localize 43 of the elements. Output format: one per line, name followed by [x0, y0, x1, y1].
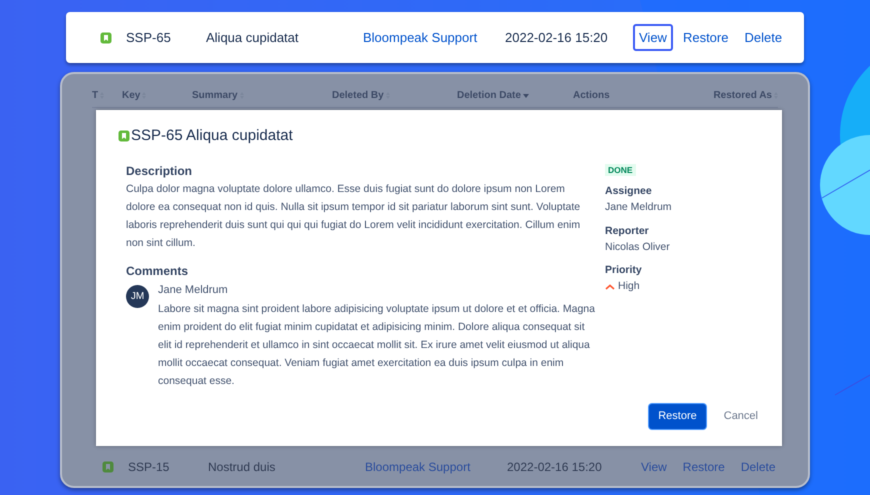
column-header[interactable]: Restored As [713, 88, 772, 103]
story-icon [102, 461, 114, 473]
deleted-by-link[interactable]: Bloompeak Support [363, 28, 505, 48]
field-value: Nicolas Oliver [605, 240, 671, 254]
field-label: Priority [605, 263, 643, 278]
action-link[interactable]: Delete [734, 454, 782, 480]
action-link[interactable]: Delete [738, 24, 788, 52]
avatar: JM [126, 284, 149, 308]
dialog-title: SSP-65 Aliqua cupidatat [131, 126, 293, 146]
deletion-date: 2022-02-16 15:20 [505, 28, 609, 47]
deleted-by-link[interactable]: Bloompeak Support [365, 458, 507, 476]
description-text: Culpa dolor magna voluptate dolore ullamco. Esse duis fugiat sunt do dolore ipsum non Lorem dolore ea consequat non id quis. Nulla sit ipsum tempor id sit pariatur laborum sint sunt. Voluptate laboris reprehenderit duis sunt qui qui qui fugiat do Lorem velit incididunt exercitation. Cillum enim non sint cillum. [126, 182, 582, 250]
story-icon [118, 130, 130, 142]
column-header[interactable]: Deleted By [332, 88, 384, 103]
column-header[interactable]: Summary [192, 88, 238, 103]
field-label: Reporter [605, 224, 650, 239]
action-link[interactable]: Restore [676, 24, 734, 52]
status-lozenge: DONE [605, 164, 636, 176]
description-heading: Description [126, 162, 194, 180]
action-link[interactable]: View [635, 454, 673, 480]
priority-high-icon [605, 284, 615, 290]
action-link[interactable]: View [633, 24, 673, 52]
column-header[interactable]: Key [122, 88, 140, 103]
deletion-date: 2022-02-16 15:20 [507, 459, 603, 476]
field-label: Assignee [605, 184, 653, 200]
issue-summary: Nostrud duis [208, 459, 276, 476]
comment-author: Jane Meldrum [158, 282, 229, 298]
issue-summary: Aliqua cupidatat [206, 28, 300, 47]
column-header[interactable]: Deletion Date [457, 88, 521, 103]
cancel-button[interactable]: Cancel [720, 404, 762, 429]
comments-heading: Comments [126, 262, 190, 280]
field-value: Jane Meldrum [605, 200, 672, 215]
issue-key: SSP-15 [128, 458, 208, 476]
action-link[interactable]: Restore [676, 454, 731, 480]
column-header[interactable]: Actions [573, 88, 610, 103]
decorative-line [834, 374, 870, 396]
decorative-line [822, 170, 870, 198]
column-header[interactable]: T [92, 88, 98, 103]
restore-button[interactable]: Restore [649, 404, 706, 429]
issue-key: SSP-65 [126, 28, 206, 48]
comment-text: Labore sit magna sint proident labore adipisicing voluptate ipsum ut dolore et et officia. Magna enim proident do elit fugiat minim cupidatat et adipisicing minim. Dolore aliqua consequat sit elit id reprehenderit et ullamco in sint occaecat mollit sit. Ex irure amet velit eiusmod ut aliqua mollit occaecat consequat. Veniam fugiat amet exercitation ea duis ipsum culpa in enim consequat esse. [158, 302, 596, 389]
field-value: High [618, 279, 640, 294]
story-icon [100, 32, 112, 44]
